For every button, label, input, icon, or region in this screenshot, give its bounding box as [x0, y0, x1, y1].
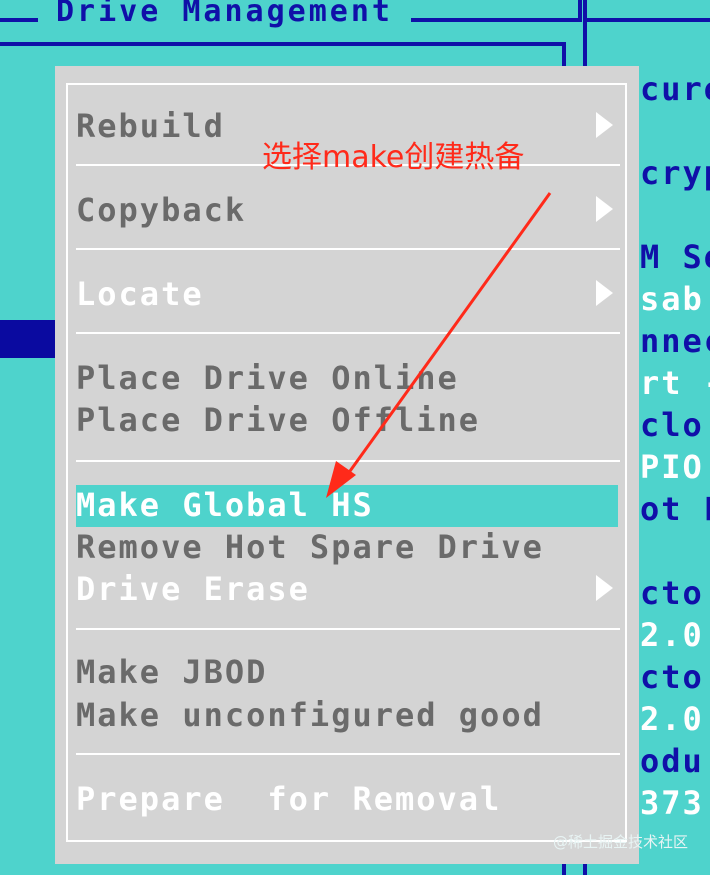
- watermark: @稀土掘金技术社区: [553, 833, 689, 851]
- annotation-arrow-icon: [326, 192, 552, 498]
